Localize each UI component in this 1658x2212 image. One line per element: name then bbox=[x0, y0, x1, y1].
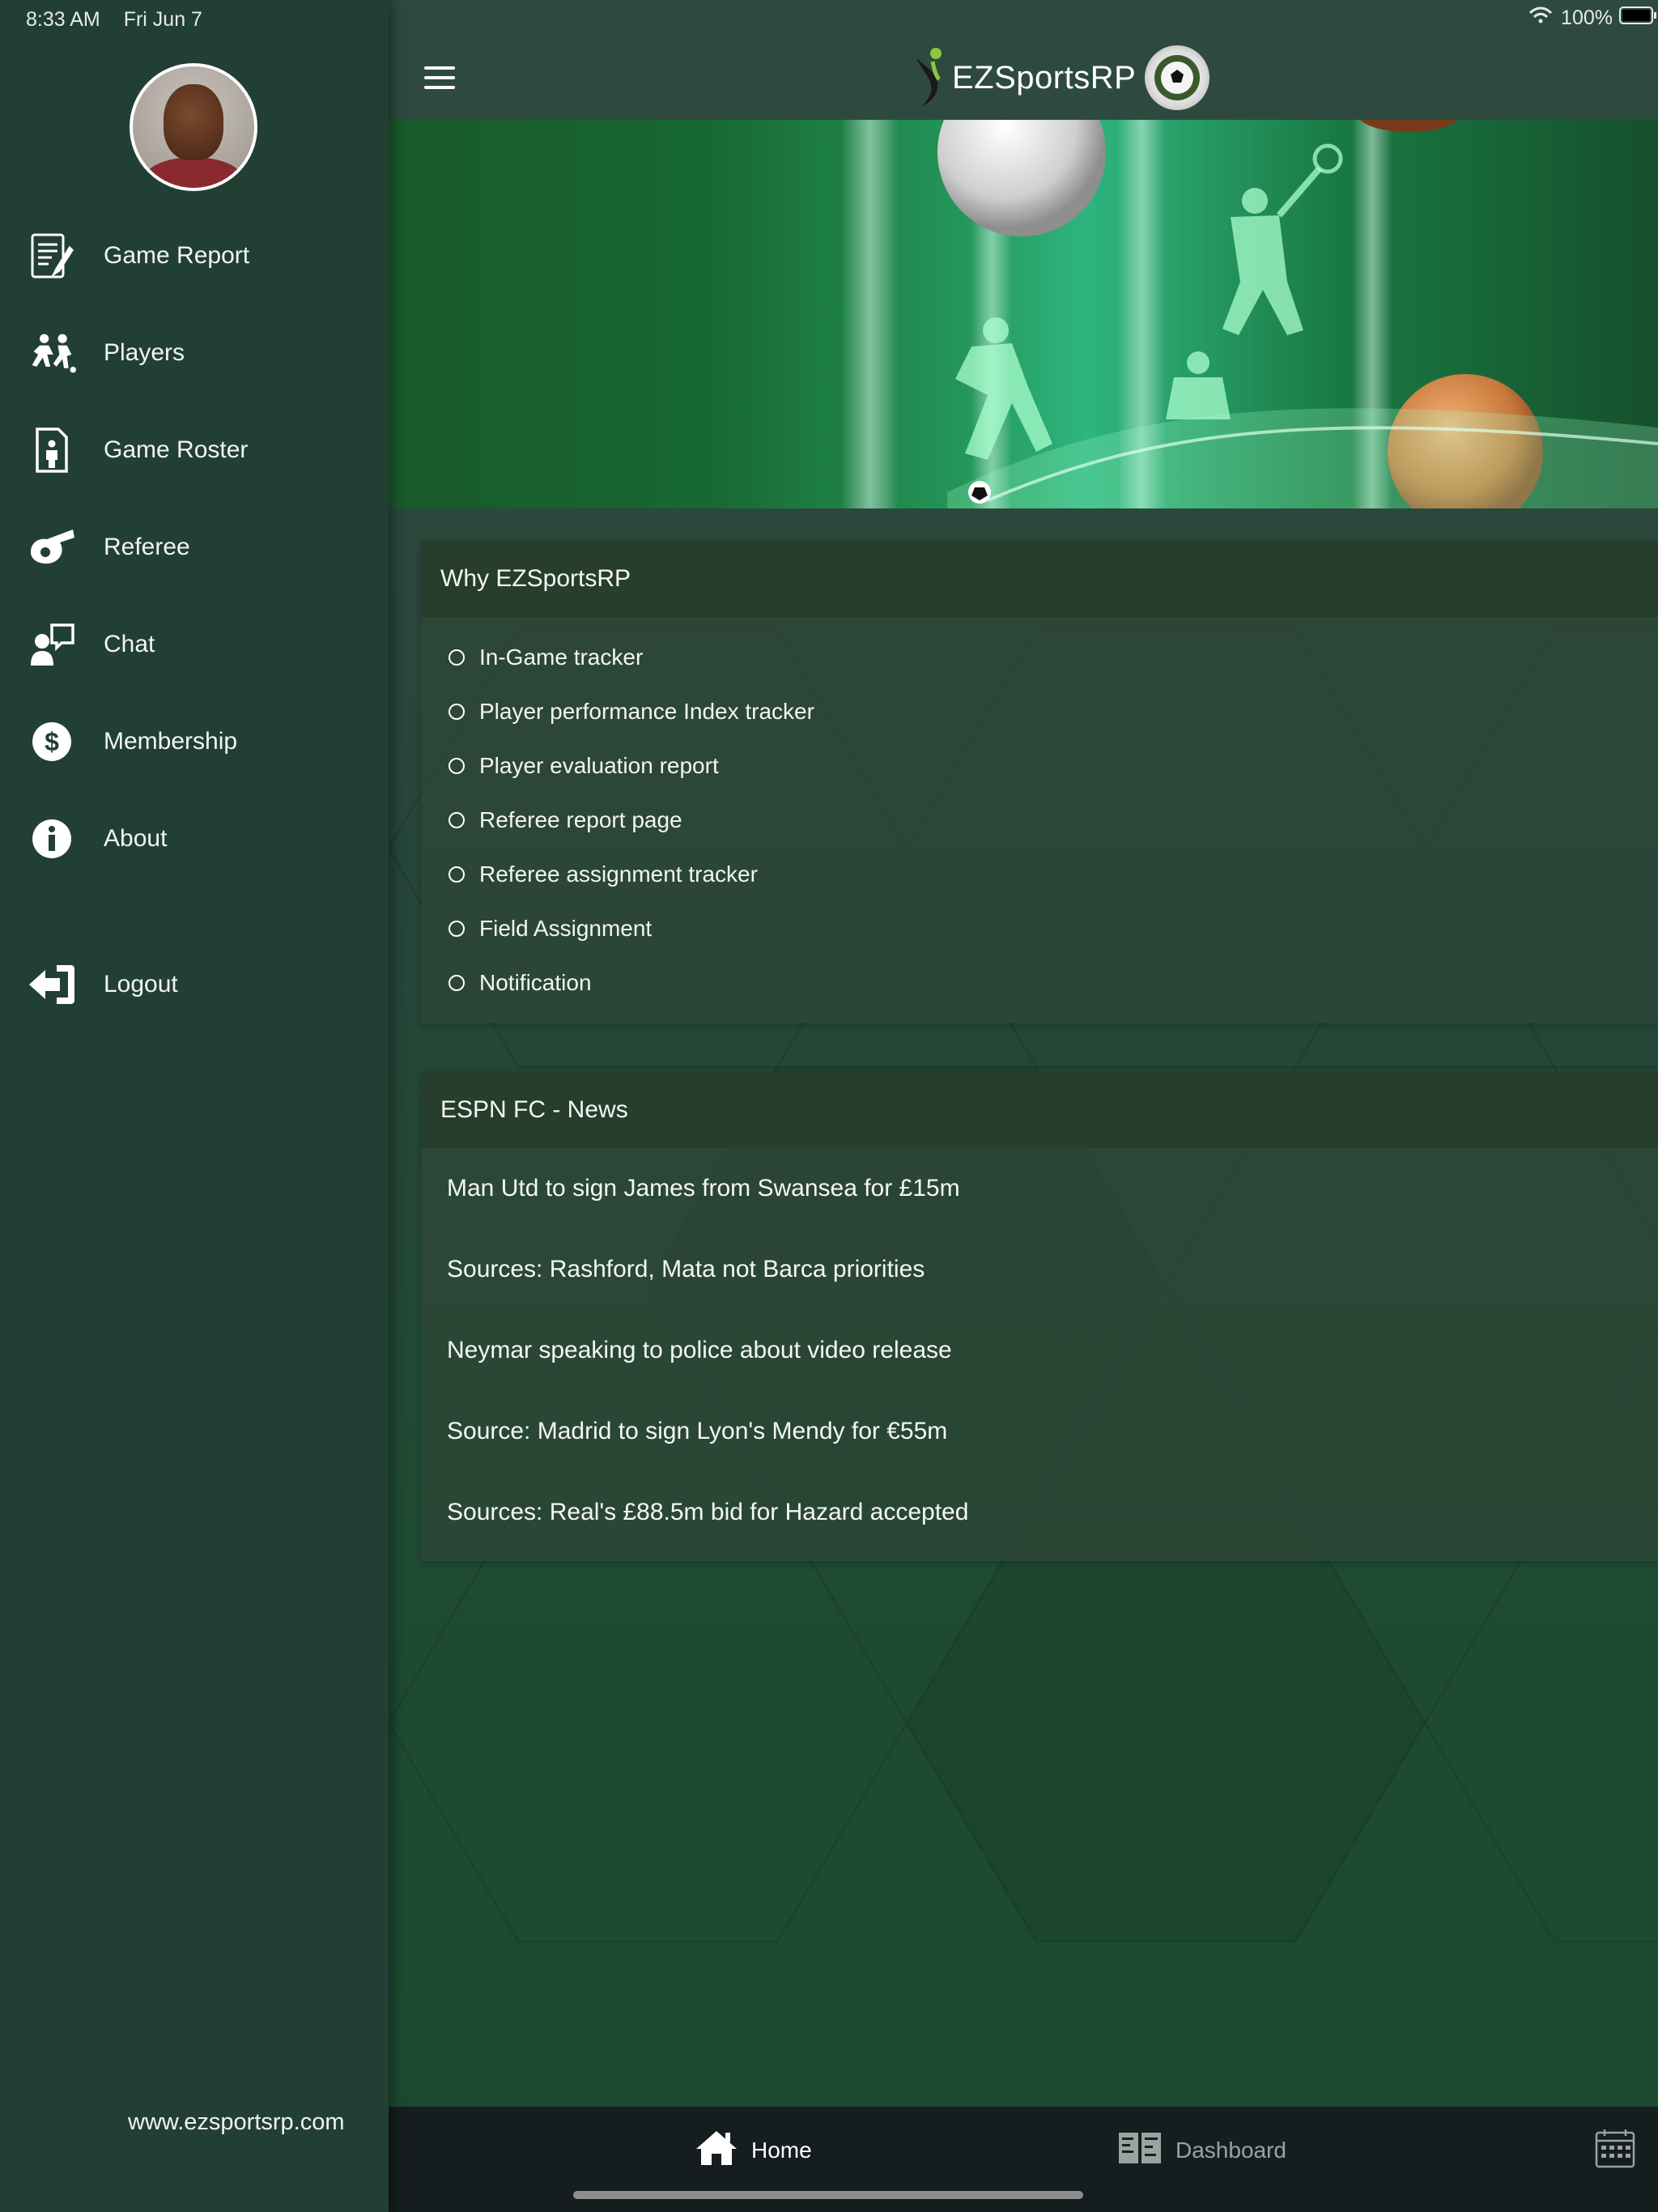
brand-logo: EZSportsRP bbox=[912, 45, 1136, 110]
menu-item-label: Referee bbox=[104, 534, 190, 560]
list-item: Referee report page bbox=[421, 793, 1658, 847]
why-ezsportsrp-card: Why EZSportsRP In-Game tracker Player pe… bbox=[421, 541, 1658, 1023]
menu-item-label: Players bbox=[104, 339, 185, 366]
bullet-circle-icon bbox=[449, 649, 465, 666]
status-time: 8:33 AM bbox=[26, 8, 100, 31]
list-item: Field Assignment bbox=[421, 901, 1658, 955]
dashboard-icon bbox=[1117, 2131, 1163, 2171]
menu-item-game-report[interactable]: Game Report bbox=[0, 219, 389, 292]
report-icon bbox=[28, 232, 76, 280]
bullet-circle-icon bbox=[449, 974, 465, 991]
calendar-icon bbox=[1595, 2128, 1635, 2174]
tab-label: Home bbox=[751, 2138, 812, 2163]
soccer-ball-icon[interactable] bbox=[1145, 45, 1209, 110]
players-icon bbox=[28, 329, 76, 377]
battery-percent: 100% bbox=[1561, 6, 1613, 29]
sports-banner-image bbox=[389, 120, 1658, 508]
news-item[interactable]: Source: Madrid to sign Lyon's Mendy for … bbox=[421, 1391, 1658, 1472]
menu-item-label: Game Roster bbox=[104, 436, 249, 463]
menu-item-about[interactable]: About bbox=[0, 802, 389, 875]
website-link[interactable]: www.ezsportsrp.com bbox=[128, 2109, 345, 2136]
news-item[interactable]: Sources: Real's £88.5m bid for Hazard ac… bbox=[421, 1472, 1658, 1553]
bullet-circle-icon bbox=[449, 866, 465, 883]
bullet-circle-icon bbox=[449, 703, 465, 720]
menu-item-membership[interactable]: $ Membership bbox=[0, 705, 389, 778]
feature-list: In-Game tracker Player performance Index… bbox=[421, 617, 1658, 1010]
menu-item-label: Chat bbox=[104, 631, 155, 657]
status-bar-left: 8:33 AM Fri Jun 7 bbox=[26, 8, 220, 32]
status-bar-right: 100% bbox=[1528, 6, 1658, 30]
menu-item-players[interactable]: Players bbox=[0, 317, 389, 389]
news-card-title: ESPN FC - News bbox=[421, 1072, 1658, 1148]
avatar[interactable] bbox=[130, 63, 257, 191]
why-card-title: Why EZSportsRP bbox=[421, 541, 1658, 617]
svg-text:$: $ bbox=[45, 727, 59, 756]
menu-item-referee[interactable]: Referee bbox=[0, 511, 389, 584]
roster-icon bbox=[28, 426, 76, 474]
bullet-circle-icon bbox=[449, 757, 465, 774]
news-item[interactable]: Sources: Rashford, Mata not Barca priori… bbox=[421, 1229, 1658, 1310]
tab-home[interactable]: Home bbox=[695, 2126, 812, 2175]
top-bar: 100% EZSportsRP bbox=[389, 0, 1658, 120]
hero-banner bbox=[389, 120, 1658, 508]
tab-calendar[interactable] bbox=[1595, 2126, 1635, 2175]
info-icon bbox=[28, 815, 76, 863]
hamburger-menu-icon[interactable] bbox=[424, 66, 455, 91]
menu-item-chat[interactable]: Chat bbox=[0, 608, 389, 681]
home-icon bbox=[695, 2129, 738, 2172]
list-item: Referee assignment tracker bbox=[421, 847, 1658, 901]
bullet-circle-icon bbox=[449, 811, 465, 828]
battery-icon bbox=[1619, 6, 1658, 30]
tab-dashboard[interactable]: Dashboard bbox=[1117, 2126, 1286, 2175]
news-item[interactable]: Neymar speaking to police about video re… bbox=[421, 1310, 1658, 1391]
wifi-icon bbox=[1528, 6, 1553, 30]
tab-label: Dashboard bbox=[1175, 2138, 1286, 2163]
list-item: Player evaluation report bbox=[421, 738, 1658, 793]
menu-item-label: Membership bbox=[104, 728, 238, 755]
dollar-icon: $ bbox=[28, 717, 76, 766]
menu-item-label: Game Report bbox=[104, 242, 250, 269]
list-item: Player performance Index tracker bbox=[421, 684, 1658, 738]
logout-icon bbox=[28, 960, 76, 1009]
news-list: Man Utd to sign James from Swansea for £… bbox=[421, 1148, 1658, 1553]
menu-item-logout[interactable]: Logout bbox=[0, 948, 389, 1021]
status-date: Fri Jun 7 bbox=[123, 8, 202, 31]
brand-name: EZSportsRP bbox=[952, 59, 1137, 96]
menu-item-game-roster[interactable]: Game Roster bbox=[0, 414, 389, 487]
home-indicator bbox=[573, 2191, 1083, 2199]
bullet-circle-icon bbox=[449, 920, 465, 937]
menu-item-label: Logout bbox=[104, 971, 178, 998]
list-item: Notification bbox=[421, 955, 1658, 1010]
brand-figure-icon bbox=[912, 44, 947, 113]
chat-icon bbox=[28, 620, 76, 669]
side-menu: 8:33 AM Fri Jun 7 Game Report Players Ga… bbox=[0, 0, 389, 2212]
espn-news-card: ESPN FC - News Man Utd to sign James fro… bbox=[421, 1072, 1658, 1561]
main-content: 100% EZSportsRP Why EZSportsRP In-Game t… bbox=[389, 0, 1658, 2212]
whistle-icon bbox=[28, 523, 76, 572]
list-item: In-Game tracker bbox=[421, 630, 1658, 684]
menu-item-label: About bbox=[104, 825, 168, 852]
news-item[interactable]: Man Utd to sign James from Swansea for £… bbox=[421, 1148, 1658, 1229]
